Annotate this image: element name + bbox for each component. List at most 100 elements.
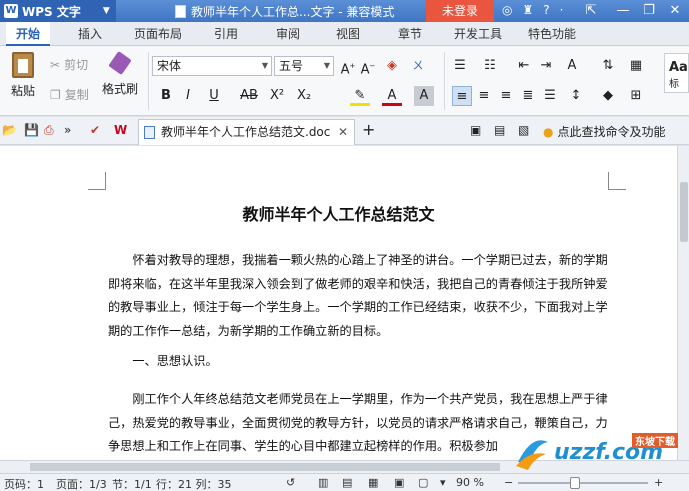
brush-icon bbox=[108, 51, 132, 75]
zoom-in-icon[interactable]: + bbox=[654, 476, 663, 489]
status-position: 行：21 列：35 bbox=[156, 478, 232, 491]
document-tab-icon bbox=[144, 126, 155, 139]
more-arrows-icon[interactable]: » bbox=[64, 123, 71, 137]
char-shading-icon[interactable]: A bbox=[414, 86, 434, 106]
superscript-icon[interactable]: X² bbox=[266, 86, 288, 106]
sort-icon[interactable]: ⇅ bbox=[598, 56, 618, 76]
document-area[interactable]: 教师半年个人工作总结范文 怀着对教导的理想，我揣着一颗火热的心踏上了神圣的讲台。… bbox=[0, 146, 677, 460]
save-icon[interactable]: 💾 bbox=[24, 123, 39, 137]
tab-chapter[interactable]: 章节 bbox=[388, 22, 432, 46]
document-tab[interactable]: 教师半年个人工作总结范文.doc ✕ bbox=[138, 119, 355, 145]
window-icon[interactable]: ▧ bbox=[518, 123, 529, 137]
zoom-slider[interactable] bbox=[518, 482, 648, 484]
tab-view[interactable]: 视图 bbox=[326, 22, 370, 46]
view-page-icon[interactable]: ▤ bbox=[342, 476, 352, 489]
tab-references[interactable]: 引用 bbox=[204, 22, 248, 46]
cut-button[interactable]: ✂ 剪切 bbox=[50, 56, 88, 73]
login-button[interactable]: 未登录 bbox=[426, 0, 494, 22]
italic-icon[interactable]: I bbox=[178, 86, 198, 106]
paste-label: 粘贴 bbox=[10, 84, 35, 98]
view-outline-icon[interactable]: ▥ bbox=[318, 476, 328, 489]
status-page-number: 页码：1 bbox=[4, 478, 44, 491]
shirt-icon[interactable]: ♜ bbox=[522, 3, 533, 17]
lightbulb-icon: ● bbox=[543, 124, 554, 139]
shading-icon[interactable]: ◆ bbox=[598, 86, 618, 106]
undo-icon[interactable]: ↺ bbox=[286, 476, 295, 489]
title-bar: W WPS 文字 ▼ 教师半年个人工作总...文字 - 兼容模式 未登录 ◎ ♜… bbox=[0, 0, 689, 22]
font-name-select[interactable]: 宋体 ▼ bbox=[152, 56, 272, 76]
text-direction-icon[interactable]: A bbox=[562, 56, 582, 76]
scroll-thumb[interactable] bbox=[680, 182, 688, 242]
bold-icon[interactable]: B bbox=[156, 86, 176, 106]
line-spacing-icon[interactable]: ↕ bbox=[566, 86, 586, 106]
subscript-icon[interactable]: X₂ bbox=[293, 86, 315, 106]
open-folder-icon[interactable]: 📂 bbox=[2, 123, 17, 137]
shrink-font-icon[interactable]: A− bbox=[358, 56, 378, 77]
paste-button[interactable]: 粘贴 bbox=[4, 52, 42, 99]
font-color-icon[interactable]: A bbox=[382, 86, 402, 106]
tab-home[interactable]: 开始 bbox=[6, 22, 50, 46]
wps-app-menu[interactable]: W WPS 文字 ▼ bbox=[0, 0, 116, 22]
tab-developer[interactable]: 开发工具 bbox=[448, 22, 508, 46]
close-icon[interactable]: ✕ bbox=[662, 0, 688, 22]
document-page[interactable]: 教师半年个人工作总结范文 怀着对教导的理想，我揣着一颗火热的心踏上了神圣的讲台。… bbox=[0, 146, 677, 460]
chevron-down-icon: ▼ bbox=[102, 6, 110, 16]
scroll-thumb[interactable] bbox=[30, 463, 500, 471]
tab-features[interactable]: 特色功能 bbox=[522, 22, 582, 46]
numbered-list-icon[interactable]: ☷ bbox=[480, 56, 500, 76]
skin-icon[interactable]: ◎ bbox=[502, 3, 512, 17]
borders-icon[interactable]: ⊞ bbox=[626, 86, 646, 106]
tab-page-layout[interactable]: 页面布局 bbox=[128, 22, 188, 46]
crop-mark bbox=[608, 172, 626, 190]
phonetic-icon[interactable]: ㄨ bbox=[408, 56, 428, 76]
bullet-list-icon[interactable]: ☰ bbox=[450, 56, 470, 76]
zoom-level[interactable]: 90 % bbox=[456, 476, 484, 489]
tab-review[interactable]: 审阅 bbox=[266, 22, 310, 46]
zoom-out-icon[interactable]: − bbox=[504, 476, 513, 489]
decrease-indent-icon[interactable]: ⇤ bbox=[514, 56, 534, 76]
format-painter-button[interactable]: 格式刷 bbox=[98, 51, 142, 97]
clear-format-icon[interactable]: ◈ bbox=[382, 56, 402, 76]
tab-insert[interactable]: 插入 bbox=[68, 22, 112, 46]
close-tab-icon[interactable]: ✕ bbox=[338, 120, 348, 144]
command-search[interactable]: ● 点此查找命令及功能 bbox=[543, 123, 666, 140]
align-right-icon[interactable]: ≡ bbox=[496, 86, 516, 106]
copy-label: 复制 bbox=[64, 88, 89, 102]
ribbon-home: 粘贴 ✂ 剪切 ❐ 复制 格式刷 宋体 ▼ 五号 ▼ A+ A− ◈ ㄨ B I U A… bbox=[0, 46, 689, 116]
justify-icon[interactable]: ≣ bbox=[518, 86, 538, 106]
window-title: 教师半年个人工作总...文字 - 兼容模式 bbox=[175, 3, 394, 20]
clipboard-icon bbox=[12, 52, 34, 78]
highlight-icon[interactable]: ✎ bbox=[350, 86, 370, 106]
help-icon[interactable]: ? bbox=[543, 3, 549, 17]
view-web-icon[interactable]: ▦ bbox=[368, 476, 378, 489]
minimize-icon[interactable]: — bbox=[610, 0, 636, 22]
align-center-icon[interactable]: ≡ bbox=[474, 86, 494, 106]
pin-icon[interactable]: ✔ bbox=[90, 123, 100, 137]
menu-dots-icon[interactable]: · bbox=[560, 3, 564, 17]
view-read-icon[interactable]: ▣ bbox=[394, 476, 404, 489]
grow-font-icon[interactable]: A+ bbox=[338, 56, 358, 77]
quick-access-toolbar: 📂 💾 ⎙ » ✔ W 教师半年个人工作总结范文.doc ✕ + ▣ ▤ ▧ ●… bbox=[0, 117, 689, 145]
increase-indent-icon[interactable]: ⇥ bbox=[536, 56, 556, 76]
zoom-dropdown-icon[interactable]: ▾ bbox=[440, 476, 446, 489]
distribute-icon[interactable]: ☰ bbox=[540, 86, 560, 106]
copy-button[interactable]: ❐ 复制 bbox=[50, 86, 89, 103]
underline-icon[interactable]: U bbox=[204, 86, 224, 106]
doc-list-icon[interactable]: ▤ bbox=[494, 123, 505, 137]
new-tab-icon[interactable]: + bbox=[362, 120, 375, 139]
font-size-select[interactable]: 五号 ▼ bbox=[274, 56, 334, 76]
view-full-icon[interactable]: ▢ bbox=[418, 476, 428, 489]
align-left-icon[interactable]: ≡ bbox=[452, 86, 472, 106]
table-icon[interactable]: ▦ bbox=[626, 56, 646, 76]
style-label: 标 bbox=[669, 79, 679, 90]
zoom-slider-thumb[interactable] bbox=[570, 477, 580, 489]
strikethrough-icon[interactable]: AB bbox=[236, 86, 262, 106]
layout-icon[interactable]: ▣ bbox=[470, 123, 481, 137]
vertical-scrollbar[interactable] bbox=[677, 146, 689, 460]
style-gallery[interactable]: Aa 标 bbox=[664, 53, 689, 93]
maximize-icon[interactable]: ❐ bbox=[636, 0, 662, 22]
document-tab-label: 教师半年个人工作总结范文.doc bbox=[161, 125, 331, 139]
export-pdf-icon[interactable]: ⎙ bbox=[44, 123, 54, 138]
wps-home-icon[interactable]: W bbox=[114, 123, 127, 137]
restore-tab-icon[interactable]: ⇱ bbox=[578, 0, 604, 22]
